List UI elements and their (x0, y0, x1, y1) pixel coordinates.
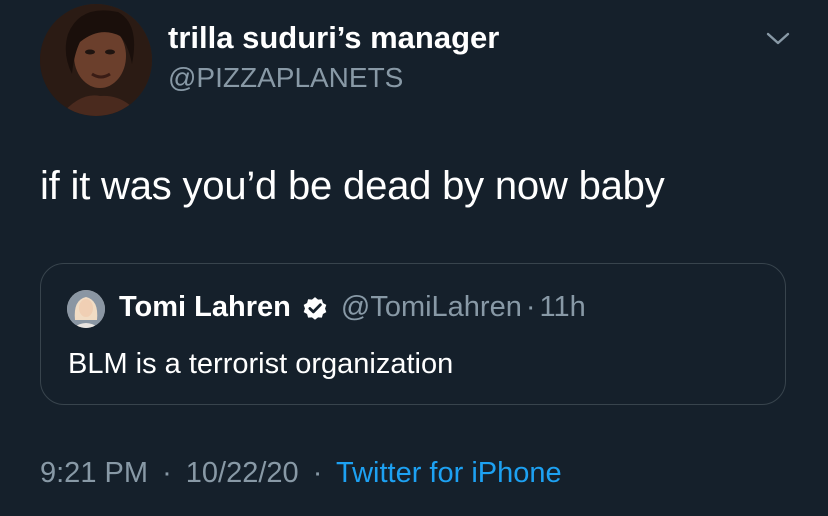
tweet-source-link[interactable]: Twitter for iPhone (336, 457, 562, 489)
quoted-tweet-card[interactable]: Tomi Lahren @TomiLahren · 11h BLM is a t… (40, 263, 786, 405)
tweet-detail: trilla suduri’s manager @PIZZAPLANETS if… (0, 0, 828, 516)
tweet-date: 10/22/20 (185, 457, 299, 489)
quoted-tweet-header: Tomi Lahren @TomiLahren · 11h (119, 291, 586, 324)
separator-dot: · (162, 457, 172, 489)
tweet-meta: 9:21 PM · 10/22/20 · Twitter for iPhone (40, 457, 562, 490)
quoted-author-avatar (67, 290, 105, 328)
verified-badge-icon (301, 294, 329, 322)
tweet-time: 9:21 PM (40, 457, 148, 489)
quoted-tweet-time: 11h (539, 291, 586, 323)
tweet-text: if it was you’d be dead by now baby (40, 164, 665, 208)
quoted-author-name: Tomi Lahren (119, 291, 291, 323)
separator-dot: · (312, 457, 323, 489)
author-avatar[interactable] (40, 4, 152, 116)
avatar-image (40, 4, 152, 116)
quoted-tweet-text: BLM is a terrorist organization (68, 348, 454, 380)
quoted-author-handle: @TomiLahren (340, 291, 522, 323)
author-handle[interactable]: @PIZZAPLANETS (168, 62, 403, 94)
chevron-down-icon[interactable] (764, 28, 792, 48)
quoted-avatar-image (67, 290, 105, 328)
author-display-name[interactable]: trilla suduri’s manager (168, 20, 499, 56)
separator-dot: · (525, 291, 536, 323)
